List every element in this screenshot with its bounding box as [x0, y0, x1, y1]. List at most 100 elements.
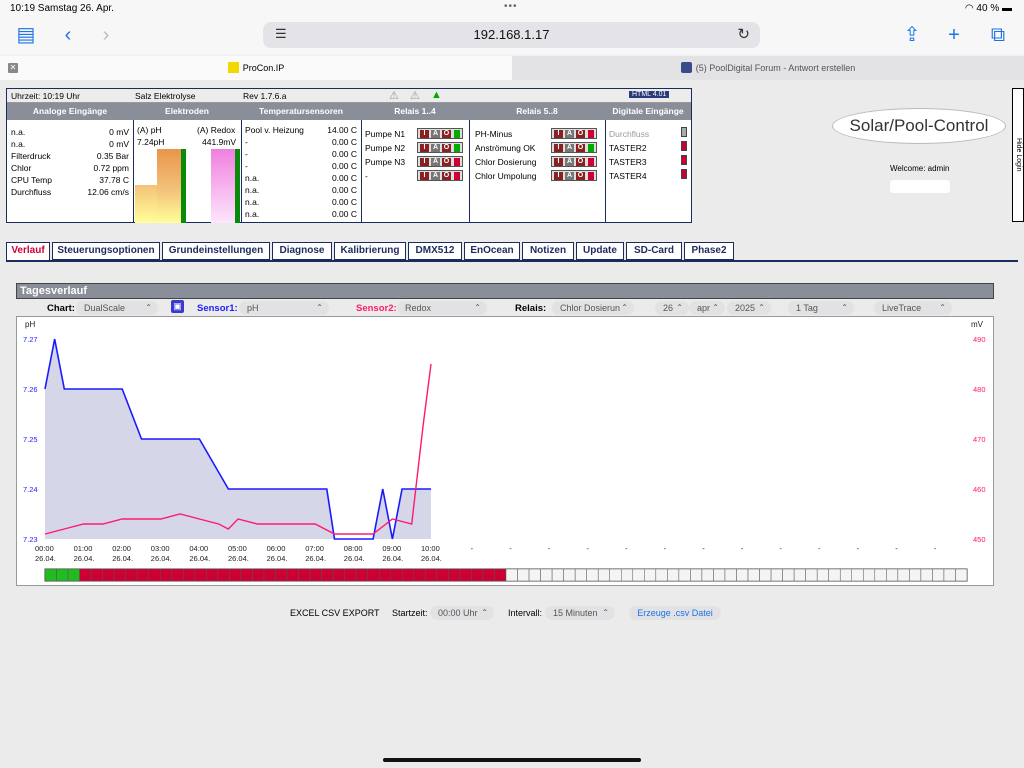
forum-favicon	[680, 62, 692, 73]
tab-sd-card[interactable]: SD-Card	[626, 242, 682, 260]
relais-select[interactable]: Chlor Dosierun	[552, 301, 634, 315]
relay-timeline-segment	[194, 568, 207, 582]
panel-header-row: Analoge Eingänge Elektroden Temperaturse…	[7, 103, 691, 120]
create-csv-button[interactable]: Erzeuge .csv Datei	[629, 606, 721, 620]
relay-name: -	[365, 171, 368, 181]
sensor2-select[interactable]: Redox	[397, 301, 487, 315]
share-icon[interactable]: ⇪	[900, 24, 924, 46]
relay-timeline-segment	[263, 568, 276, 582]
new-tab-icon[interactable]: +	[942, 24, 966, 46]
y-tick-left: 7.24	[23, 485, 38, 494]
tab-steuerungsoptionen[interactable]: Steuerungsoptionen	[52, 242, 160, 260]
ph-area	[45, 339, 431, 539]
tab-update[interactable]: Update	[576, 242, 624, 260]
relay-timeline-segment	[505, 568, 518, 582]
relay-timeline-segment	[79, 568, 92, 582]
start-select[interactable]: 00:00 Uhr	[430, 606, 494, 620]
relay-mode-i[interactable]: I	[420, 172, 429, 180]
relay-mode-switch[interactable]: IAO	[551, 128, 597, 139]
logout-field[interactable]	[890, 180, 950, 193]
relay-mode-o[interactable]: O	[442, 158, 451, 166]
relay-mode-i[interactable]: I	[554, 130, 563, 138]
relay-timeline-segment	[275, 568, 288, 582]
relay-mode-o[interactable]: O	[576, 158, 585, 166]
relay-mode-switch[interactable]: IAO	[551, 142, 597, 153]
relay-mode-a[interactable]: A	[431, 158, 440, 166]
relay-mode-switch[interactable]: IAO	[551, 156, 597, 167]
relay-mode-i[interactable]: I	[420, 144, 429, 152]
tagesverlauf-title: Tagesverlauf	[16, 283, 994, 299]
header-temps: Temperatursensoren	[259, 106, 343, 116]
relay-timeline-segment	[955, 568, 968, 582]
csv-export-row: EXCEL CSV EXPORT Startzeit: 00:00 Uhr In…	[0, 606, 1024, 622]
tab-verlauf[interactable]: Verlauf	[6, 242, 50, 262]
address-bar[interactable]: ☰ 192.168.1.17 ↻	[263, 22, 760, 48]
tab-notizen[interactable]: Notizen	[522, 242, 574, 260]
tab-diagnose[interactable]: Diagnose	[272, 242, 332, 260]
tab-grundeinstellungen[interactable]: Grundeinstellungen	[162, 242, 270, 260]
relay-mode-a[interactable]: A	[431, 172, 440, 180]
relay-mode-o[interactable]: O	[576, 130, 585, 138]
reload-icon[interactable]: ↻	[737, 25, 750, 43]
back-icon[interactable]: ‹	[56, 24, 80, 46]
sidebar-icon[interactable]: ▤	[14, 24, 38, 46]
relay-mode-a[interactable]: A	[565, 144, 574, 152]
relay-mode-i[interactable]: I	[554, 172, 563, 180]
relay-mode-a[interactable]: A	[565, 130, 574, 138]
relay-mode-a[interactable]: A	[431, 144, 440, 152]
temp-value: 0.00 C	[331, 185, 357, 195]
relay-mode-i[interactable]: I	[554, 158, 563, 166]
day-select[interactable]: 26	[655, 301, 689, 315]
analog-value: 0.72 ppm	[93, 163, 129, 173]
close-tab-icon[interactable]: ✕	[8, 63, 18, 73]
x-tick-date: 26.04.	[74, 554, 95, 563]
relay-timeline-segment	[701, 568, 714, 582]
browser-tab-procon[interactable]: ✕ ProCon.IP	[0, 56, 512, 80]
relay-mode-o[interactable]: O	[442, 144, 451, 152]
relay-mode-a[interactable]: A	[431, 130, 440, 138]
analog-name: Filterdruck	[11, 151, 51, 161]
hide-login-button[interactable]: Hide Login	[1012, 88, 1024, 222]
relay-timeline-segment	[851, 568, 864, 582]
year-select[interactable]: 2025	[727, 301, 771, 315]
relay-mode-i[interactable]: I	[554, 144, 563, 152]
chart-select[interactable]: DualScale	[76, 301, 158, 315]
tab-phase2[interactable]: Phase2	[684, 242, 734, 260]
mode-select[interactable]: LiveTrace	[874, 301, 952, 315]
month-select[interactable]: apr	[689, 301, 725, 315]
multitask-dots[interactable]: •••	[504, 1, 518, 12]
relay-mode-switch[interactable]: IAO	[417, 142, 463, 153]
relay-mode-o[interactable]: O	[576, 172, 585, 180]
save-icon[interactable]: ▣	[171, 300, 184, 313]
relay-mode-i[interactable]: I	[420, 130, 429, 138]
relay-mode-a[interactable]: A	[565, 172, 574, 180]
relay-mode-o[interactable]: O	[576, 144, 585, 152]
home-indicator[interactable]	[383, 758, 641, 762]
tab-kalibrierung[interactable]: Kalibrierung	[334, 242, 406, 260]
relay-name: Pumpe N2	[365, 143, 406, 153]
relay-mode-a[interactable]: A	[565, 158, 574, 166]
relay-mode-switch[interactable]: IAO	[417, 156, 463, 167]
digital-input-name: TASTER2	[609, 143, 647, 153]
relay-mode-switch[interactable]: IAO	[417, 128, 463, 139]
tab-dmx512[interactable]: DMX512	[408, 242, 462, 260]
sensor1-select[interactable]: pH	[239, 301, 329, 315]
tabs-overview-icon[interactable]: ⧉	[986, 24, 1010, 46]
temp-value: 0.00 C	[331, 137, 357, 147]
relay-mode-i[interactable]: I	[420, 158, 429, 166]
tab-enocean[interactable]: EnOcean	[464, 242, 520, 260]
relay-timeline-segment	[482, 568, 495, 582]
relay-mode-switch[interactable]: IAO	[551, 170, 597, 181]
relay-timeline-segment	[770, 568, 783, 582]
temp-name: n.a.	[245, 209, 260, 219]
relay-mode-o[interactable]: O	[442, 172, 451, 180]
range-select[interactable]: 1 Tag	[788, 301, 854, 315]
relay-mode-switch[interactable]: IAO	[417, 170, 463, 181]
forward-icon[interactable]: ›	[94, 24, 118, 46]
relay-timeline-segment	[632, 568, 645, 582]
relay-timeline-segment	[390, 568, 403, 582]
y-tick-left: 7.23	[23, 535, 38, 544]
browser-tab-forum[interactable]: (5) PoolDigital Forum - Antwort erstelle…	[512, 56, 1024, 80]
interval-select[interactable]: 15 Minuten	[545, 606, 615, 620]
relay-mode-o[interactable]: O	[442, 130, 451, 138]
